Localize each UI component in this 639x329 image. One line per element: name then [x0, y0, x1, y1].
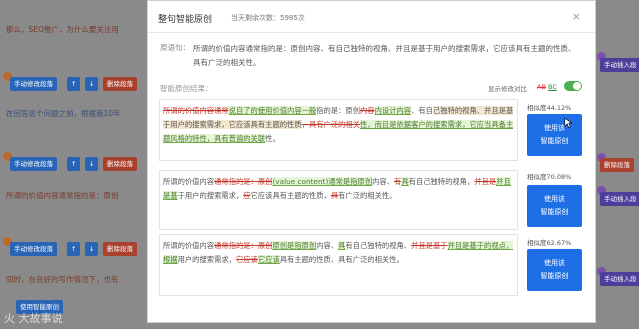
bg-paragraph-3: 所谓的价值内容通常指的是：原创: [6, 191, 119, 200]
result-3-segment: 通常指的是：原创: [214, 241, 273, 250]
use-result-button-1[interactable]: 使用该 智能原创: [527, 114, 582, 156]
result-label: 智能原创结果：: [160, 84, 213, 93]
use-button-label: 智能原创: [540, 137, 569, 145]
result-1-segment: 、有自: [411, 106, 433, 115]
bg-manual-edit-button: 手动修改段落: [10, 242, 57, 256]
similarity-3: 相似度62.67%: [527, 239, 572, 247]
bg-delete-button: 删除段落: [103, 157, 137, 171]
result-2-segment: (value content)通常是指原创: [272, 177, 373, 186]
result-text-3: 所谓的价值内容通常指的是：原创原创是指原创内容、具有自己独特的视角、并且是基于并…: [159, 234, 518, 296]
bg-down-button: ↓: [85, 157, 99, 171]
use-button-label: 使用该: [544, 195, 565, 203]
mouse-cursor-icon: [564, 117, 572, 129]
result-2-segment: 有广泛的相关性。: [338, 191, 397, 200]
result-1-segment: 内容: [360, 106, 375, 115]
result-3-segment: 它应该: [235, 255, 258, 264]
close-icon[interactable]: ×: [572, 10, 581, 23]
source-label: 原语句：: [160, 43, 190, 52]
compare-toggle-label: 显示修改对比: [488, 85, 527, 93]
bg-paragraph-2: 在回答这个问题之前，根据我10年: [6, 109, 121, 118]
result-3-segment: 具有主题的性质、具有广泛的相关性。: [279, 255, 404, 264]
result-1-segment: 所谓的价值内容通常: [163, 106, 229, 115]
compare-legend-deleted: AB: [537, 83, 546, 91]
result-2-segment: 有自己独特的视角，: [408, 177, 475, 186]
result-2-segment: 具: [401, 177, 409, 186]
bg-paragraph-1: 那么，SEO推广，为什么要关注用: [6, 25, 119, 34]
dialog-title: 整句智能原创: [158, 15, 213, 25]
dialog-header: 整句智能原创 当天剩余次数：5985次 ×: [148, 1, 595, 33]
compare-legend-inserted: BC: [548, 83, 557, 91]
bg-down-button: ↓: [85, 242, 99, 256]
similarity-2: 相似度70.08%: [527, 173, 572, 181]
bg-paragraph-4: 同时，在良好的写作情况下，也有: [6, 275, 119, 284]
result-3-segment: 它应该: [257, 255, 280, 264]
bg-manual-insert-button: 手动插入段: [600, 192, 639, 206]
result-2-segment: 内容、: [372, 177, 395, 186]
result-2-segment: 它应该具有主题的性质，: [250, 191, 331, 200]
result-2-segment: 通常指的是：原创: [214, 177, 273, 186]
result-2-segment: 于用户的搜索需求，: [177, 191, 244, 200]
use-result-button-3[interactable]: 使用该 智能原创: [527, 249, 582, 291]
use-button-label: 智能原创: [540, 272, 569, 280]
result-3-segment: 有自己独特的视角、: [345, 241, 412, 250]
result-3-segment: 用户的搜索需求，: [177, 255, 236, 264]
result-3-segment: 原创是指原创: [272, 241, 317, 250]
watermark: 火 大故事说: [4, 312, 63, 325]
use-button-label: 使用该: [544, 124, 565, 132]
bg-up-button: ↑: [67, 157, 81, 171]
use-result-button-2[interactable]: 使用该 智能原创: [527, 185, 582, 227]
result-1-segment: 说自了的使用价值内容一般: [228, 106, 317, 115]
use-button-label: 智能原创: [540, 208, 569, 216]
result-2-segment: 应: [243, 191, 251, 200]
similarity-1: 相似度44.12%: [527, 104, 572, 112]
result-1-segment: 指的是：原创: [316, 106, 361, 115]
bg-manual-insert-button: 手动插入段: [600, 58, 639, 72]
bg-manual-edit-button: 手动修改段落: [10, 157, 57, 171]
bg-manual-edit-button: 手动修改段落: [10, 77, 57, 91]
bg-manual-insert-button: 手动插入段: [600, 272, 639, 286]
bg-delete-button: 删除段落: [103, 77, 137, 91]
bg-up-button: ↑: [67, 242, 81, 256]
toggle-knob: [573, 82, 581, 90]
result-3-segment: 内容、: [316, 241, 339, 250]
result-text-2: 所谓的价值内容通常指的是：原创(value content)通常是指原创内容、有…: [159, 170, 518, 230]
compare-toggle[interactable]: [564, 81, 582, 91]
result-1-segment: 性。: [265, 134, 280, 143]
smart-rewrite-dialog: 整句智能原创 当天剩余次数：5985次 × 原语句： 所谓的价值内容通常指的是：…: [147, 0, 596, 323]
result-3-segment: 并且是基于: [411, 241, 448, 250]
result-1-segment: ，具有广泛的相关: [301, 120, 361, 129]
result-text-1: 所谓的价值内容通常说自了的使用价值内容一般指的是：原创内容内设计内容、有自己独特…: [159, 99, 518, 161]
result-2-segment: 并且是: [474, 177, 497, 186]
bg-down-button: ↓: [85, 77, 99, 91]
result-1-segment: 内设计内容: [374, 106, 412, 115]
result-3-segment: 所谓的价值内容: [163, 241, 215, 250]
bg-right-delete-button: 删除段落: [600, 158, 634, 172]
remaining-count: 当天剩余次数：5985次: [231, 14, 305, 22]
bg-delete-button: 删除段落: [103, 242, 137, 256]
result-2-segment: 所谓的价值内容: [163, 177, 215, 186]
bg-up-button: ↑: [67, 77, 81, 91]
use-button-label: 使用该: [544, 259, 565, 267]
source-sentence: 所谓的价值内容通常指的是：原创内容、有自己独特的视角、并且是基于用户的搜索需求，…: [193, 44, 576, 67]
